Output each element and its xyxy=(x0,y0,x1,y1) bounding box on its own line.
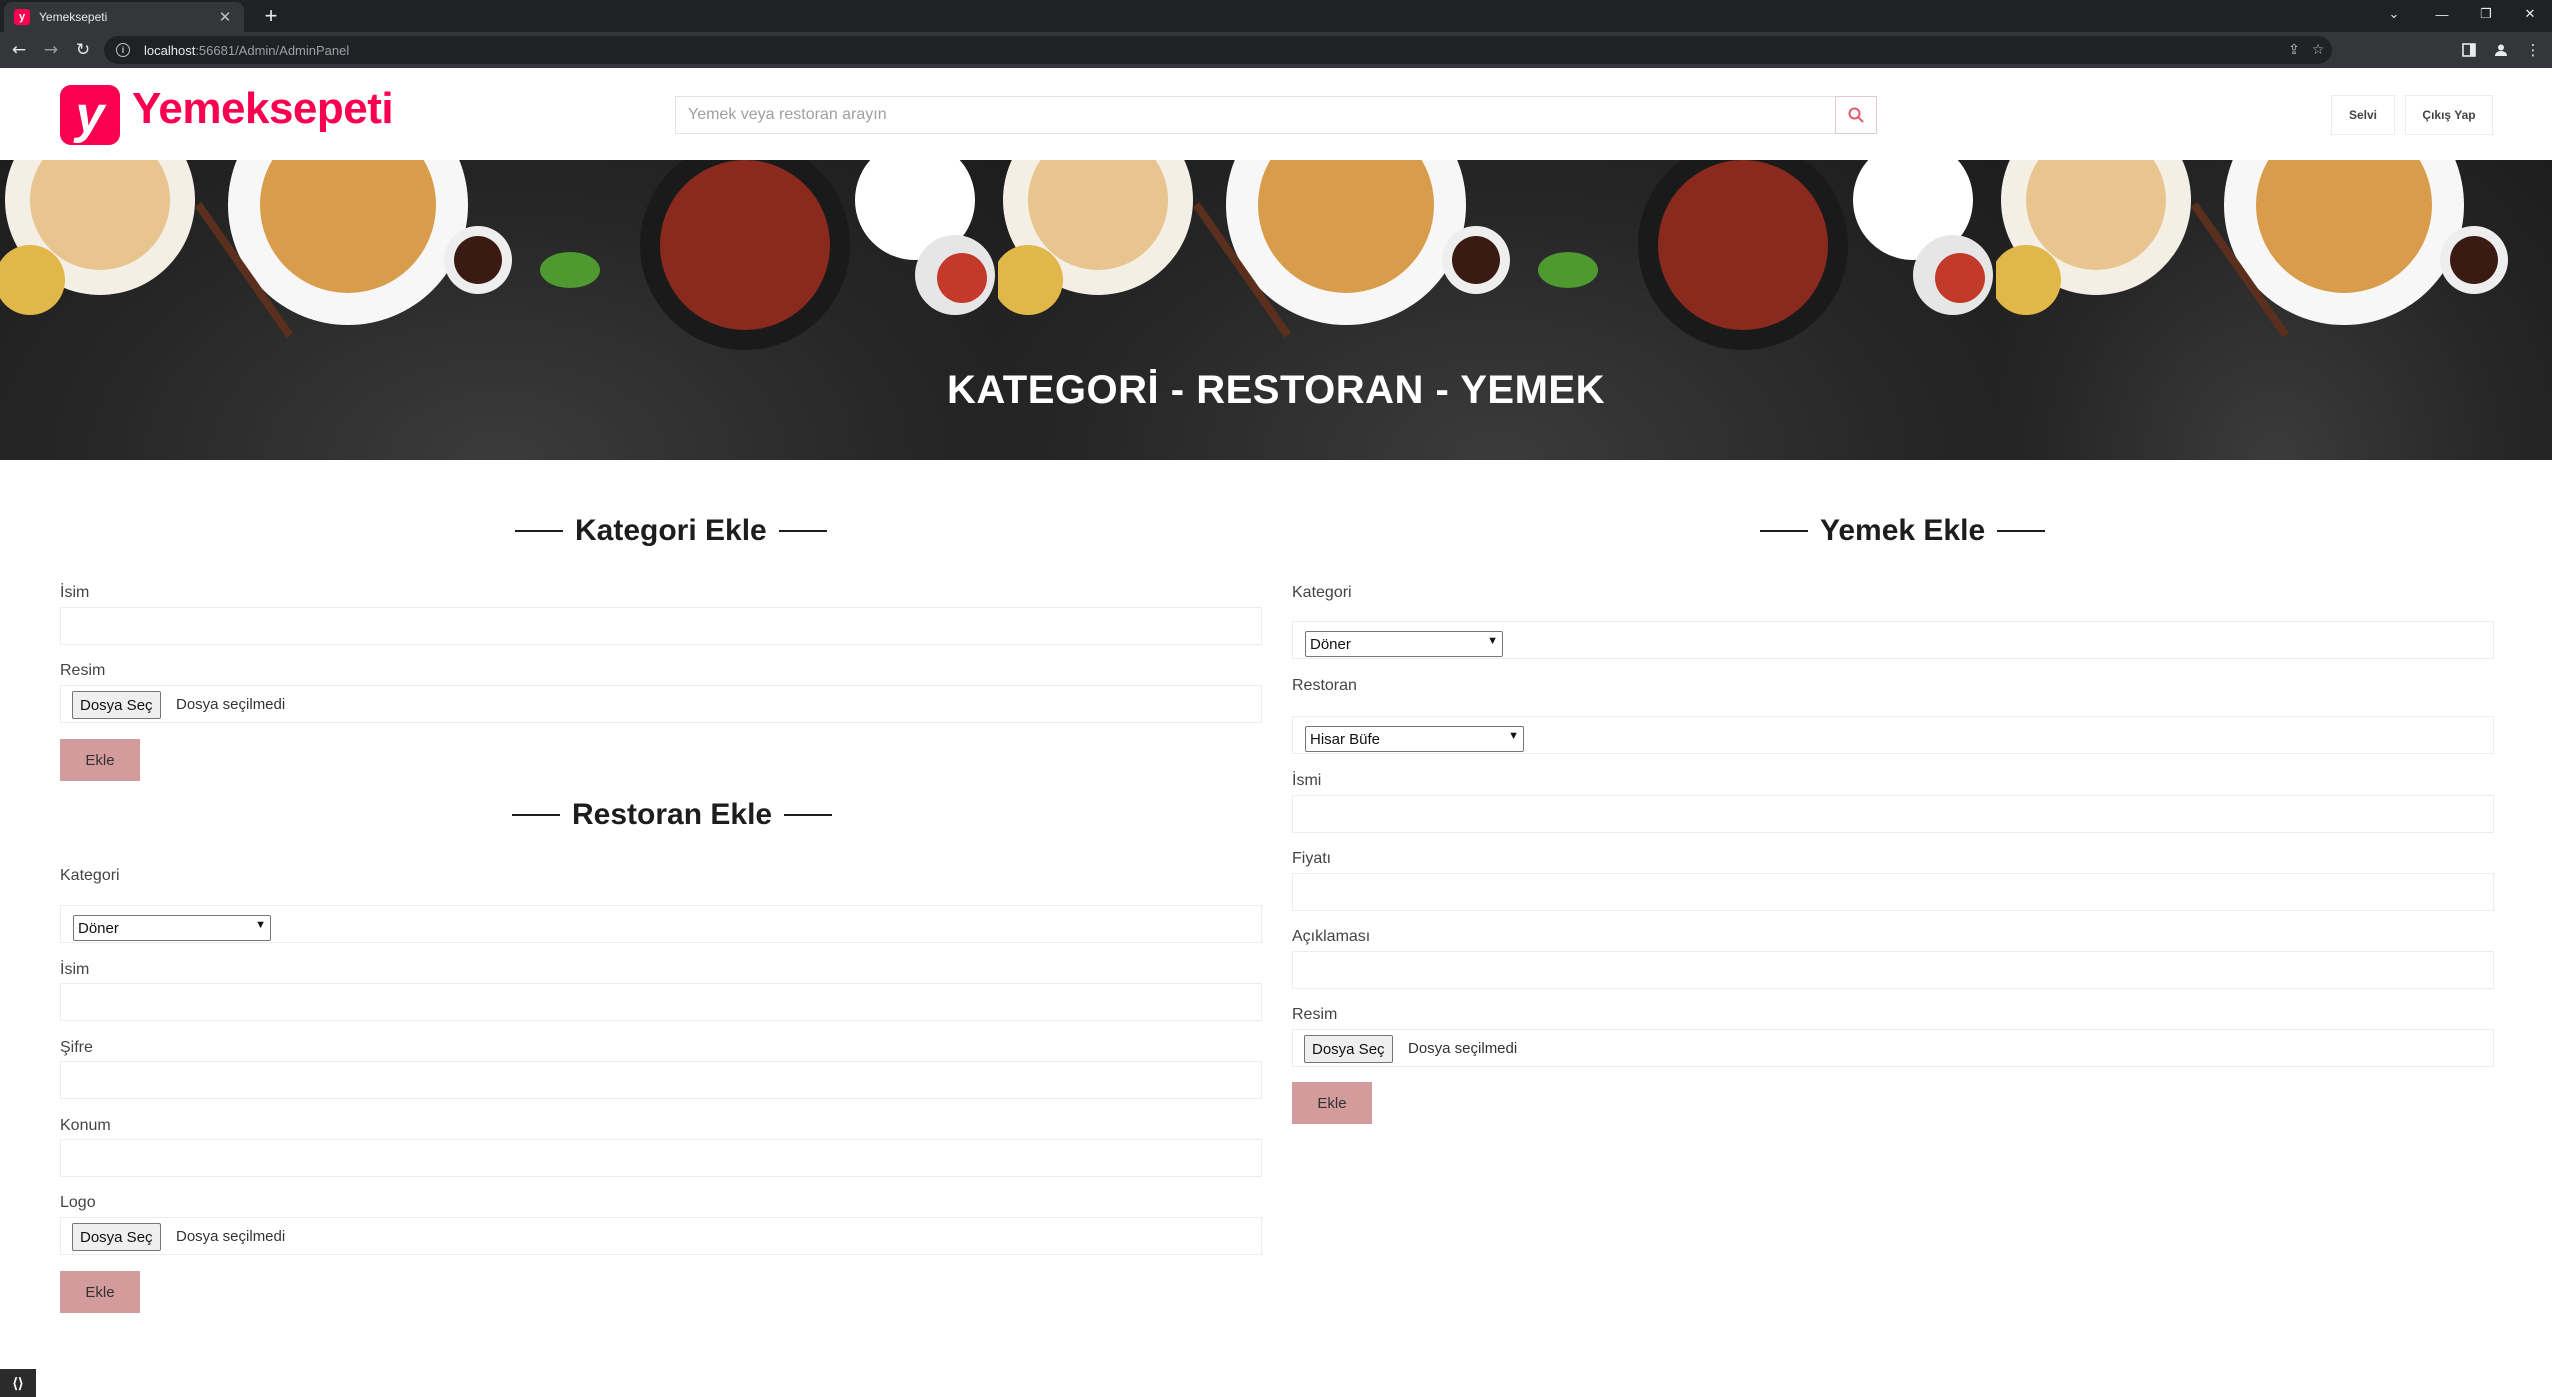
yemek-ekle-button[interactable]: Ekle xyxy=(1292,1082,1372,1124)
yemek-category-select[interactable]: Döner ▼ xyxy=(1305,631,1503,657)
tab-close-icon[interactable]: ✕ xyxy=(216,8,234,26)
kategori-ekle-heading: Kategori Ekle xyxy=(503,514,839,548)
restoran-password-label: Şifre xyxy=(60,1039,93,1056)
restoran-file-button[interactable]: Dosya Seç xyxy=(72,1223,161,1251)
yemek-name-field[interactable] xyxy=(1292,795,2494,833)
kategori-image-file-input[interactable]: Dosya Seç Dosya seçilmedi xyxy=(60,685,1262,723)
kategori-file-button[interactable]: Dosya Seç xyxy=(72,691,161,719)
new-tab-button[interactable]: + xyxy=(258,3,284,29)
restoran-logo-file-input[interactable]: Dosya Seç Dosya seçilmedi xyxy=(60,1217,1262,1255)
yemek-file-status: Dosya seçilmedi xyxy=(1408,1040,1518,1057)
tab-title: Yemeksepeti xyxy=(39,10,108,24)
restoran-location-field[interactable] xyxy=(60,1139,1262,1177)
hero-title: KATEGORİ - RESTORAN - YEMEK xyxy=(947,368,1605,412)
yemek-restaurant-label: Restoran xyxy=(1292,677,1357,694)
user-button[interactable]: Selvi xyxy=(2331,95,2395,135)
chevron-down-icon: ▼ xyxy=(255,919,266,931)
browser-tab-bar: y Yemeksepeti ✕ + ⌄ — ❐ ✕ xyxy=(0,0,2552,32)
profile-icon[interactable] xyxy=(2488,37,2514,63)
brand-name[interactable]: Yemeksepeti xyxy=(132,84,394,134)
search-icon xyxy=(1848,107,1864,123)
sidepanel-icon[interactable] xyxy=(2456,37,2482,63)
restoran-password-field[interactable] xyxy=(60,1061,1262,1099)
yemek-name-label: İsmi xyxy=(1292,772,1322,789)
forward-icon[interactable]: → xyxy=(38,37,64,63)
yemek-image-file-input[interactable]: Dosya Seç Dosya seçilmedi xyxy=(1292,1029,2494,1067)
yemek-description-field[interactable] xyxy=(1292,951,2494,989)
yemek-price-field[interactable] xyxy=(1292,873,2494,911)
kategori-name-field[interactable] xyxy=(60,607,1262,645)
address-bar: ← → ↻ i localhost:56681/Admin/AdminPanel… xyxy=(0,32,2552,68)
restoran-logo-label: Logo xyxy=(60,1194,96,1211)
url-field[interactable]: i localhost:56681/Admin/AdminPanel ⇪ ☆ xyxy=(104,36,2332,64)
visual-studio-icon[interactable]: ⟨⟩ xyxy=(0,1369,36,1397)
kategori-file-status: Dosya seçilmedi xyxy=(176,696,286,713)
share-icon[interactable]: ⇪ xyxy=(2284,40,2304,60)
yemek-price-label: Fiyatı xyxy=(1292,850,1332,867)
window-close-icon[interactable]: ✕ xyxy=(2508,0,2552,28)
yemek-image-label: Resim xyxy=(1292,1006,1338,1023)
back-icon[interactable]: ← xyxy=(6,37,32,63)
hero-food-image xyxy=(1996,160,2552,460)
chevron-down-icon: ▼ xyxy=(1487,635,1498,647)
restoran-ekle-button[interactable]: Ekle xyxy=(60,1271,140,1313)
star-icon[interactable]: ☆ xyxy=(2308,40,2328,60)
reload-icon[interactable]: ↻ xyxy=(70,37,96,63)
yemek-ekle-heading: Yemek Ekle xyxy=(1748,514,2057,548)
tab-list-icon[interactable]: ⌄ xyxy=(2372,0,2416,28)
restoran-category-select[interactable]: Döner ▼ xyxy=(73,915,271,941)
minimize-icon[interactable]: — xyxy=(2420,0,2464,28)
search-input[interactable] xyxy=(675,96,1835,134)
hero-food-image xyxy=(998,160,1996,460)
restoran-ekle-heading: Restoran Ekle xyxy=(500,798,844,832)
kategori-name-label: İsim xyxy=(60,584,90,601)
chevron-down-icon: ▼ xyxy=(1508,730,1519,742)
search-button[interactable] xyxy=(1835,96,1877,134)
logo-icon[interactable]: y xyxy=(60,85,120,145)
restore-icon[interactable]: ❐ xyxy=(2464,0,2508,28)
kategori-ekle-button[interactable]: Ekle xyxy=(60,739,140,781)
site-header: y Yemeksepeti Selvi Çıkış Yap xyxy=(0,68,2552,160)
yemek-restaurant-field: Hisar Büfe ▼ xyxy=(1292,716,2494,754)
yemek-file-button[interactable]: Dosya Seç xyxy=(1304,1035,1393,1063)
restoran-category-field: Döner ▼ xyxy=(60,905,1262,943)
restoran-file-status: Dosya seçilmedi xyxy=(176,1228,286,1245)
yemek-restaurant-select[interactable]: Hisar Büfe ▼ xyxy=(1305,726,1524,752)
browser-tab[interactable]: y Yemeksepeti ✕ xyxy=(4,2,244,32)
restoran-location-label: Konum xyxy=(60,1117,111,1134)
restoran-name-field[interactable] xyxy=(60,983,1262,1021)
restoran-category-label: Kategori xyxy=(60,867,120,884)
url-text: localhost:56681/Admin/AdminPanel xyxy=(144,42,350,58)
restoran-name-label: İsim xyxy=(60,961,90,978)
kategori-image-label: Resim xyxy=(60,662,106,679)
info-icon[interactable]: i xyxy=(116,43,130,57)
yemek-description-label: Açıklaması xyxy=(1292,928,1371,945)
hero-banner: KATEGORİ - RESTORAN - YEMEK xyxy=(0,160,2552,460)
yemek-category-label: Kategori xyxy=(1292,584,1352,601)
hero-food-image xyxy=(0,160,998,460)
favicon-icon: y xyxy=(14,9,30,25)
yemek-category-field: Döner ▼ xyxy=(1292,621,2494,659)
logout-button[interactable]: Çıkış Yap xyxy=(2405,95,2493,135)
menu-icon[interactable]: ⋮ xyxy=(2520,37,2546,63)
